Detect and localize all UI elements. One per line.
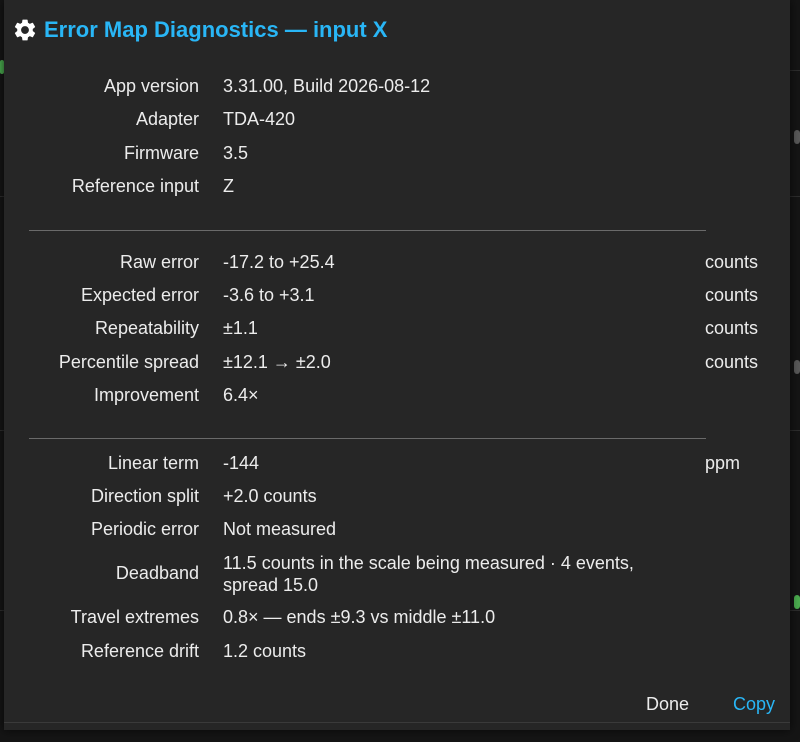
section-divider [29, 438, 706, 439]
row-value: 0.8× — ends ±9.3 vs middle ±11.0 [223, 607, 496, 627]
gear-icon [12, 17, 38, 43]
background-indicator [794, 130, 800, 144]
row-label: Deadband [115, 563, 199, 583]
row-label: Repeatability [94, 318, 199, 338]
row-value: TDA-420 [223, 109, 296, 129]
row-value: +2.0 counts [223, 486, 317, 506]
copy-button[interactable]: Copy [733, 694, 775, 715]
row-unit: counts [705, 352, 759, 372]
row-label: Travel extremes [70, 607, 199, 627]
row-unit: counts [705, 318, 759, 338]
row-label: Firmware [124, 143, 199, 163]
row-value: 3.31.00, Build 2026-08-12 [223, 76, 431, 96]
row-label: Reference drift [80, 641, 199, 661]
row-unit: counts [705, 285, 759, 305]
error-map-diagnostics-dialog: Error Map Diagnostics — input X App vers… [4, 0, 790, 730]
row-value: 11.5 counts in the scale being measured … [223, 553, 634, 595]
row-value: ±12.1 → ±2.0 [223, 352, 331, 372]
section-divider [29, 230, 706, 231]
row-value: -144 [223, 453, 260, 473]
row-unit: ppm [705, 453, 741, 473]
row-value: Z [223, 176, 234, 196]
row-value: Not measured [223, 519, 337, 539]
dialog-title-bar: Error Map Diagnostics — input X [12, 14, 387, 46]
row-value: 3.5 [223, 143, 249, 163]
row-value: -3.6 to +3.1 [223, 285, 315, 305]
row-label: Improvement [93, 385, 199, 405]
dialog-bottom-edge [4, 722, 790, 723]
row-label: Direction split [90, 486, 199, 506]
row-value: 6.4× [223, 385, 259, 405]
row-label: Raw error [119, 252, 199, 272]
row-label: Reference input [71, 176, 199, 196]
background-indicator [794, 360, 800, 374]
done-button[interactable]: Done [646, 694, 689, 715]
row-value: -17.2 to +25.4 [223, 252, 335, 272]
dialog-title: Error Map Diagnostics — input X [44, 17, 388, 42]
row-label: Linear term [107, 453, 199, 473]
row-label: Expected error [80, 285, 199, 305]
row-unit: counts [705, 252, 759, 272]
background-indicator [794, 595, 800, 609]
row-label: Percentile spread [58, 352, 199, 372]
row-value: 1.2 counts [223, 641, 307, 661]
row-value: ±1.1 [223, 318, 258, 338]
detail-row-deadband: Deadband 11.5 counts in the scale being … [4, 552, 790, 596]
row-label: App version [103, 76, 199, 96]
row-label: Periodic error [90, 519, 199, 539]
row-label: Adapter [135, 109, 199, 129]
